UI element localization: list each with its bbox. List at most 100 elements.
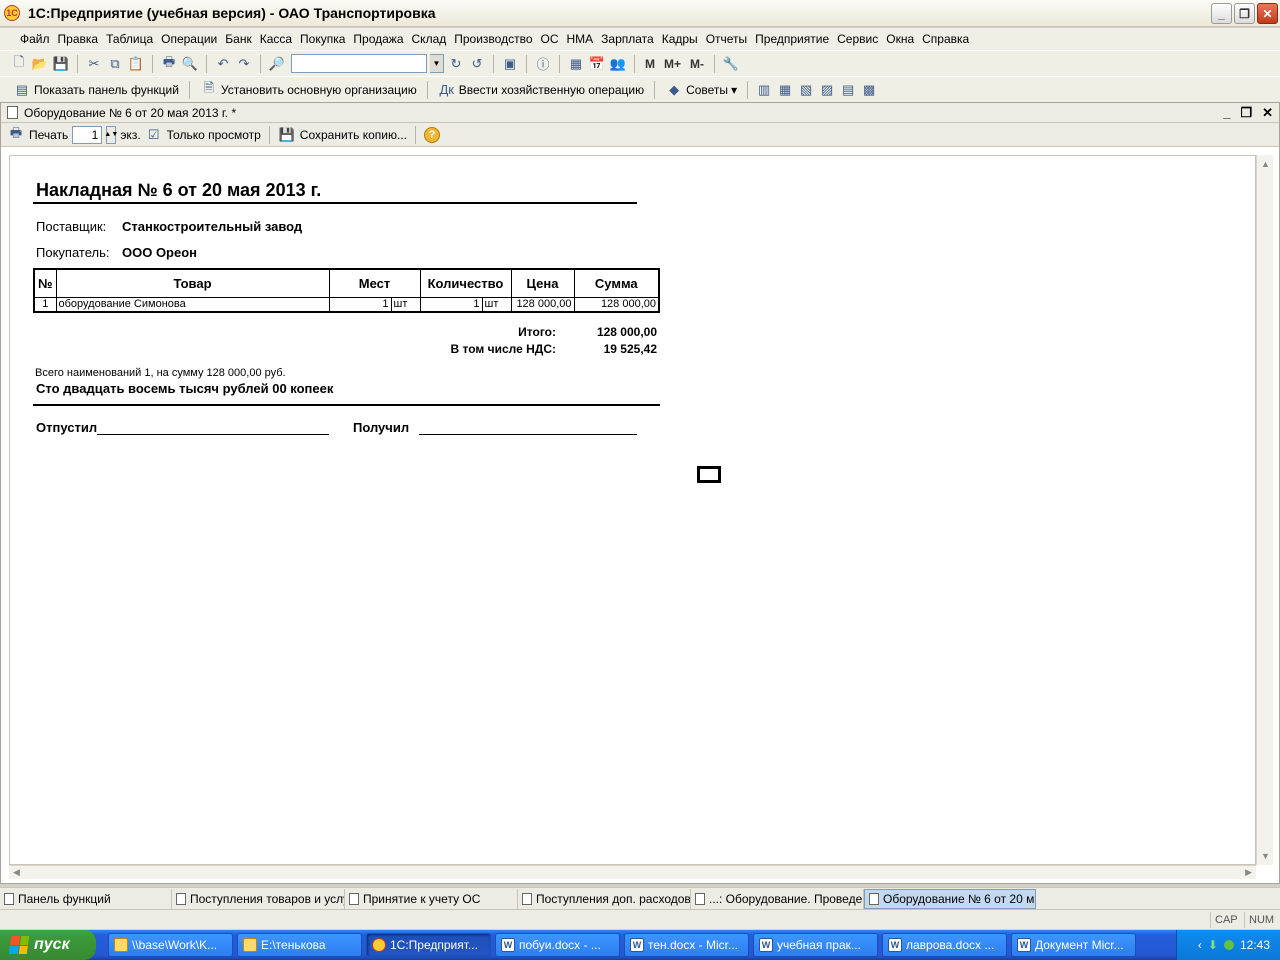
memory-plus-button[interactable]: M+ [661, 57, 684, 71]
save-copy-button[interactable]: Сохранить копию... [300, 128, 407, 142]
menu-edit[interactable]: Правка [54, 32, 103, 46]
taskbar-item[interactable]: W Документ Micr... [1011, 933, 1136, 957]
menu-warehouse[interactable]: Склад [408, 32, 451, 46]
copy-icon[interactable]: ⧉ [106, 55, 124, 73]
settings-report-icon[interactable]: ▩ [860, 81, 878, 99]
menu-reports[interactable]: Отчеты [702, 32, 751, 46]
menu-file[interactable]: Файл [16, 32, 54, 46]
set-organization-button[interactable]: 🗎 Установить основную организацию [197, 80, 420, 99]
menu-production[interactable]: Производство [450, 32, 536, 46]
save-copy-icon[interactable]: 💾 [278, 126, 296, 144]
menu-purchase[interactable]: Покупка [296, 32, 349, 46]
view-only-toggle[interactable]: Только просмотр [167, 128, 261, 142]
enter-operation-button[interactable]: Дк Ввести хозяйственную операцию [435, 81, 647, 99]
menu-service[interactable]: Сервис [833, 32, 882, 46]
active-cell-cursor[interactable] [697, 466, 721, 483]
menu-enterprise[interactable]: Предприятие [751, 32, 833, 46]
taskbar-item[interactable]: \\base\Work\K... [108, 933, 233, 957]
print-preview-icon[interactable]: 🔍 [181, 55, 199, 73]
memory-button[interactable]: M [642, 57, 658, 71]
menu-fixed-assets[interactable]: ОС [537, 32, 563, 46]
tools-icon[interactable]: 🔧 [722, 55, 740, 73]
search-icon[interactable]: 🔎 [268, 55, 286, 73]
find-next-icon[interactable]: ↻ [447, 55, 465, 73]
document-close-button[interactable]: ✕ [1262, 105, 1273, 121]
minimize-button[interactable]: _ [1211, 3, 1232, 24]
document-title-bar: Оборудование № 6 от 20 мая 2013 г. * _ ❐… [1, 103, 1279, 123]
menu-cash[interactable]: Касса [256, 32, 296, 46]
search-dropdown-icon[interactable]: ▼ [430, 54, 444, 73]
open-folder-icon[interactable]: 📂 [31, 55, 49, 73]
paste-icon[interactable]: 📋 [127, 55, 145, 73]
copies-stepper[interactable]: ▲▼ [104, 125, 118, 144]
download-arrow-icon[interactable]: ⬇ [1208, 938, 1218, 952]
report-icon[interactable]: ▤ [839, 81, 857, 99]
taskbar-item-active[interactable]: 1С:Предприят... [366, 933, 491, 957]
window-tab-equipment-posted[interactable]: ...: Оборудование. Проведен [691, 888, 864, 909]
tips-button[interactable]: ◆ Советы ▾ [662, 81, 740, 99]
accounts-chart-icon[interactable]: ▦ [776, 81, 794, 99]
memory-minus-button[interactable]: M- [687, 57, 707, 71]
taskbar-item[interactable]: W учебная прак... [753, 933, 878, 957]
redo-icon[interactable]: ↷ [235, 55, 253, 73]
close-button[interactable]: ✕ [1257, 3, 1278, 24]
document-minimize-button[interactable]: _ [1223, 105, 1230, 121]
maximize-button[interactable]: ❐ [1234, 3, 1255, 24]
menu-salary[interactable]: Зарплата [597, 32, 658, 46]
network-status-icon[interactable] [1223, 940, 1234, 950]
help-icon[interactable]: ? [424, 126, 441, 143]
print-icon[interactable]: 🖶 [7, 125, 25, 144]
find-previous-icon[interactable]: ↺ [468, 55, 486, 73]
window-tab-asset-acceptance[interactable]: Принятие к учету ОС [345, 888, 518, 909]
horizontal-scrollbar[interactable]: ◀ ▶ [9, 865, 1256, 879]
window-tab-functions-panel[interactable]: Панель функций [0, 888, 172, 909]
menu-hr[interactable]: Кадры [658, 32, 702, 46]
undo-icon[interactable]: ↶ [214, 55, 232, 73]
save-icon[interactable]: 💾 [52, 55, 70, 73]
calendar-icon[interactable]: 📅 [588, 55, 606, 73]
print-icon[interactable]: 🖶 [160, 54, 178, 73]
window-tab-additional-costs[interactable]: Поступления доп. расходов [518, 888, 691, 909]
taskbar-item[interactable]: W лаврова.docx ... [882, 933, 1007, 957]
clock[interactable]: 12:43 [1240, 938, 1270, 952]
users-icon[interactable]: 👥 [609, 55, 627, 73]
toolbar-separator [268, 125, 270, 144]
copies-input[interactable]: 1 [72, 125, 103, 144]
scroll-left-icon[interactable]: ◀ [13, 867, 20, 878]
view-only-icon[interactable]: ☑ [145, 126, 163, 144]
info-icon[interactable]: ⓘ [534, 55, 552, 73]
window-tab-goods-receipts[interactable]: Поступления товаров и услуг [172, 888, 345, 909]
new-document-icon[interactable]: 🗋 [10, 54, 28, 73]
tray-expand-icon[interactable]: ‹ [1198, 938, 1202, 952]
menu-windows[interactable]: Окна [882, 32, 918, 46]
show-panel-button[interactable]: ▤ Показать панель функций [10, 81, 182, 99]
taskbar-item[interactable]: W побуи.docx - ... [495, 933, 620, 957]
word-document-icon: W [1017, 938, 1031, 952]
balance-sheet-icon[interactable]: ▧ [797, 81, 815, 99]
menu-help[interactable]: Справка [918, 32, 973, 46]
vertical-scrollbar[interactable]: ▲ ▼ [1256, 155, 1273, 865]
calculator-icon[interactable]: ▦ [567, 55, 585, 73]
taskbar-item[interactable]: W тен.docx - Micr... [624, 933, 749, 957]
taskbar-item[interactable]: E:\тенькова [237, 933, 362, 957]
search-input[interactable] [291, 54, 427, 73]
document-journal-icon[interactable]: ▥ [755, 81, 773, 99]
menu-intangibles[interactable]: НМА [563, 32, 598, 46]
menu-table[interactable]: Таблица [102, 32, 157, 46]
analysis-icon[interactable]: ▨ [818, 81, 836, 99]
spreadsheet-area[interactable]: Накладная № 6 от 20 мая 2013 г. Поставщи… [9, 155, 1256, 865]
start-button[interactable]: пуск [0, 930, 96, 960]
menu-sales[interactable]: Продажа [349, 32, 407, 46]
menu-operations[interactable]: Операции [157, 32, 221, 46]
taskbar-item-label: побуи.docx - ... [519, 938, 601, 952]
menu-bank[interactable]: Банк [221, 32, 255, 46]
invoice: Накладная № 6 от 20 мая 2013 г. Поставщи… [33, 176, 663, 435]
scroll-up-icon[interactable]: ▲ [1261, 159, 1270, 169]
scroll-right-icon[interactable]: ▶ [1245, 867, 1252, 878]
scroll-down-icon[interactable]: ▼ [1261, 851, 1270, 861]
document-restore-button[interactable]: ❐ [1240, 105, 1252, 121]
cut-icon[interactable]: ✂ [85, 55, 103, 73]
windows-icon[interactable]: ▣ [501, 55, 519, 73]
window-tab-equipment-invoice[interactable]: Оборудование № 6 от 20 м... [864, 888, 1036, 909]
print-button[interactable]: Печать [29, 128, 68, 142]
